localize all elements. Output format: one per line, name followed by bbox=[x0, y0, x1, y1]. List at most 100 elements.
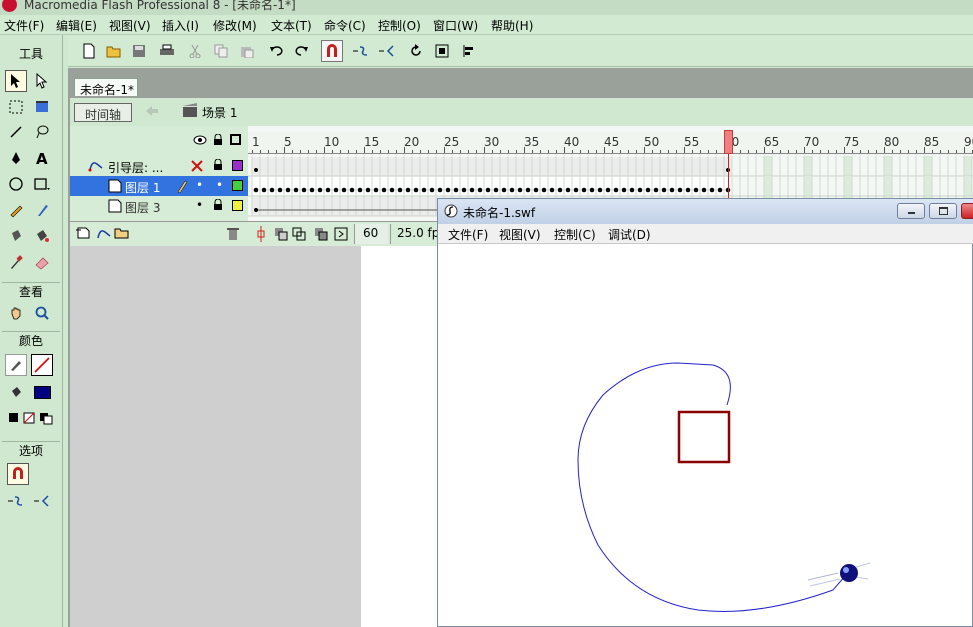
ruler-tick bbox=[388, 150, 389, 153]
ruler-tick bbox=[332, 150, 333, 153]
rotate-icon[interactable] bbox=[405, 40, 427, 62]
brush-tool-icon[interactable] bbox=[31, 199, 53, 221]
scale-icon[interactable] bbox=[431, 40, 453, 62]
smooth-icon[interactable] bbox=[5, 490, 27, 512]
modify-markers-icon[interactable] bbox=[334, 227, 348, 241]
rectangle-tool-icon[interactable] bbox=[31, 173, 53, 195]
keyframe-dot bbox=[453, 187, 459, 193]
eye-icon[interactable] bbox=[193, 134, 207, 149]
stage[interactable] bbox=[361, 246, 441, 627]
layer-row-1[interactable]: 图层 1 • • bbox=[70, 176, 248, 196]
menu-commands[interactable]: 命令(C) bbox=[324, 17, 366, 34]
center-frame-icon[interactable] bbox=[256, 226, 266, 242]
menu-insert[interactable]: 插入(I) bbox=[162, 17, 199, 34]
keyframe-dot bbox=[341, 187, 347, 193]
subselection-tool-icon[interactable] bbox=[31, 70, 53, 92]
text-tool-icon[interactable]: A bbox=[31, 147, 53, 169]
smooth-toolbar-icon[interactable] bbox=[350, 40, 372, 62]
new-document-icon[interactable] bbox=[78, 40, 100, 62]
layer-name-3: 图层 3 bbox=[125, 201, 161, 215]
paint-bucket-tool-icon[interactable] bbox=[31, 225, 53, 247]
open-folder-icon[interactable] bbox=[103, 40, 125, 62]
zoom-tool-icon[interactable] bbox=[31, 302, 53, 324]
frame-rate-field[interactable]: 25.0 fp bbox=[390, 224, 440, 244]
eyedropper-tool-icon[interactable] bbox=[5, 251, 27, 273]
no-color-swatch-icon[interactable] bbox=[31, 354, 53, 376]
pencil-tool-icon[interactable] bbox=[5, 199, 27, 221]
print-icon[interactable] bbox=[156, 40, 178, 62]
swf-title-bar[interactable]: 未命名-1.swf bbox=[438, 199, 973, 224]
keyframe-dot bbox=[701, 187, 707, 193]
cut-icon[interactable] bbox=[184, 40, 206, 62]
keyframe-dot bbox=[461, 187, 467, 193]
delete-layer-icon[interactable] bbox=[226, 226, 240, 241]
layer-row-3[interactable]: 图层 3 • bbox=[70, 196, 248, 216]
frame-ruler[interactable]: 151015202530354045505560657075808590 bbox=[248, 132, 973, 154]
redo-icon[interactable] bbox=[291, 40, 313, 62]
selection-tool-icon[interactable] bbox=[5, 70, 27, 92]
edit-multiple-frames-icon[interactable] bbox=[314, 227, 330, 241]
oval-tool-icon[interactable] bbox=[5, 173, 27, 195]
undo-icon[interactable] bbox=[265, 40, 287, 62]
menu-file[interactable]: 文件(F) bbox=[4, 17, 44, 34]
menu-control[interactable]: 控制(O) bbox=[378, 17, 421, 34]
line-tool-icon[interactable] bbox=[5, 121, 27, 143]
menu-modify[interactable]: 修改(M) bbox=[213, 17, 257, 34]
stroke-color-icon[interactable] bbox=[5, 354, 27, 376]
straighten-toolbar-icon[interactable] bbox=[376, 40, 398, 62]
playhead[interactable] bbox=[724, 130, 733, 154]
layer-row-guide[interactable]: 引导层: ... bbox=[70, 156, 248, 176]
swf-menu-control[interactable]: 控制(C) bbox=[554, 226, 596, 243]
swf-menu-debug[interactable]: 调试(D) bbox=[608, 226, 651, 243]
close-button[interactable] bbox=[961, 203, 973, 219]
free-transform-tool-icon[interactable] bbox=[5, 96, 27, 118]
add-guide-layer-icon[interactable] bbox=[96, 226, 112, 240]
layer-color-box bbox=[232, 200, 243, 211]
menu-window[interactable]: 窗口(W) bbox=[433, 17, 478, 34]
straighten-icon[interactable] bbox=[31, 490, 53, 512]
pen-tool-icon[interactable] bbox=[5, 147, 27, 169]
hand-tool-icon[interactable] bbox=[5, 302, 27, 324]
insert-folder-icon[interactable] bbox=[114, 226, 130, 240]
swap-colors-icon[interactable] bbox=[5, 407, 59, 429]
fill-color-icon[interactable] bbox=[5, 381, 27, 403]
fill-color-swatch-icon[interactable] bbox=[31, 381, 53, 403]
keyframe-dot bbox=[661, 187, 667, 193]
ruler-tick bbox=[764, 147, 765, 153]
ink-bottle-tool-icon[interactable] bbox=[5, 225, 27, 247]
save-icon[interactable] bbox=[128, 40, 150, 62]
lock-header-icon[interactable] bbox=[212, 133, 224, 149]
snap-magnet-icon[interactable] bbox=[7, 463, 29, 485]
insert-layer-icon[interactable] bbox=[76, 226, 92, 240]
keyframe-dot bbox=[709, 187, 715, 193]
onion-skin-icon[interactable] bbox=[274, 227, 290, 241]
back-arrow-icon[interactable] bbox=[144, 104, 160, 121]
options-header: 选项 bbox=[2, 441, 60, 459]
outline-header-icon[interactable] bbox=[230, 134, 241, 145]
swf-menu-file[interactable]: 文件(F) bbox=[448, 226, 488, 243]
copy-icon[interactable] bbox=[210, 40, 232, 62]
menu-edit[interactable]: 编辑(E) bbox=[56, 17, 97, 34]
align-icon[interactable] bbox=[457, 40, 479, 62]
keyframe-dot bbox=[277, 187, 283, 193]
lasso-tool-icon[interactable] bbox=[31, 121, 53, 143]
timeline-button[interactable]: 时间轴 bbox=[74, 103, 132, 122]
keyframe-dot bbox=[573, 187, 579, 193]
ruler-tick bbox=[420, 150, 421, 153]
document-tab[interactable]: 未命名-1* bbox=[74, 78, 138, 97]
swf-menu-view[interactable]: 视图(V) bbox=[499, 226, 541, 243]
scene-label[interactable]: 场景 1 bbox=[202, 104, 237, 121]
fill-transform-tool-icon[interactable] bbox=[31, 96, 53, 118]
ruler-tick bbox=[524, 147, 525, 153]
onion-outlines-icon[interactable] bbox=[292, 227, 308, 241]
paste-icon[interactable] bbox=[236, 40, 258, 62]
maximize-button[interactable] bbox=[929, 203, 957, 219]
eraser-tool-icon[interactable] bbox=[31, 251, 53, 273]
menu-help[interactable]: 帮助(H) bbox=[491, 17, 533, 34]
snap-to-objects-icon[interactable] bbox=[321, 40, 343, 62]
menu-view[interactable]: 视图(V) bbox=[109, 17, 151, 34]
ruler-tick bbox=[652, 150, 653, 153]
keyframe-dot bbox=[469, 187, 475, 193]
menu-text[interactable]: 文本(T) bbox=[271, 17, 312, 34]
minimize-button[interactable] bbox=[897, 203, 925, 219]
